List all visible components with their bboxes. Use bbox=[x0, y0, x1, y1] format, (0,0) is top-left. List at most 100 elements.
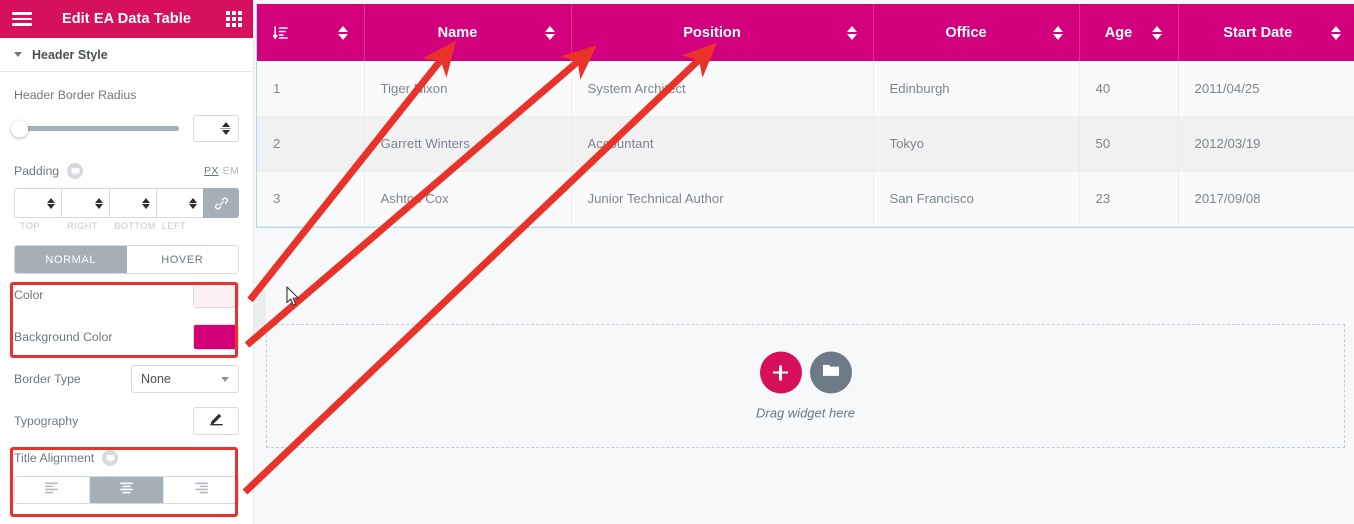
sort-toggle-icon[interactable] bbox=[545, 26, 555, 40]
padding-units: PX EM bbox=[204, 165, 239, 177]
padding-label-right: RIGHT bbox=[61, 221, 108, 231]
align-center-button[interactable] bbox=[90, 477, 165, 503]
sort-toggle-icon[interactable] bbox=[338, 26, 348, 40]
responsive-device-icon[interactable] bbox=[67, 163, 83, 179]
control-typography: Typography bbox=[14, 400, 239, 442]
title-alignment-options bbox=[14, 476, 239, 504]
table-row: 1 Tiger Nixon System Architect Edinburgh… bbox=[257, 61, 1354, 116]
border-type-label: Border Type bbox=[14, 372, 81, 386]
border-type-select[interactable]: None bbox=[131, 365, 239, 393]
header-border-radius-label: Header Border Radius bbox=[14, 88, 239, 102]
typography-label: Typography bbox=[14, 414, 78, 428]
state-tabs: NORMAL HOVER bbox=[14, 245, 239, 274]
cell-office: Tokyo bbox=[873, 116, 1079, 171]
cell-start-date: 2012/03/19 bbox=[1178, 116, 1354, 171]
cell-age: 40 bbox=[1079, 61, 1178, 116]
align-right-button[interactable] bbox=[164, 477, 238, 503]
column-header-office[interactable]: Office bbox=[873, 4, 1079, 61]
data-table-widget[interactable]: Name Position Office bbox=[256, 4, 1354, 228]
unit-px[interactable]: PX bbox=[204, 165, 219, 177]
background-color-label: Background Color bbox=[14, 330, 112, 344]
padding-right-input[interactable] bbox=[61, 188, 108, 218]
panel-title: Edit EA Data Table bbox=[0, 11, 253, 27]
hamburger-icon[interactable] bbox=[12, 12, 32, 26]
link-chain-icon[interactable] bbox=[203, 188, 239, 218]
table-head: Name Position Office bbox=[257, 4, 1354, 61]
column-header-position[interactable]: Position bbox=[571, 4, 873, 61]
color-label: Color bbox=[14, 288, 43, 302]
caret-down-icon bbox=[14, 52, 22, 57]
stepper-icon[interactable] bbox=[142, 198, 150, 209]
control-background-color: Background Color bbox=[14, 316, 239, 358]
cell-index: 3 bbox=[257, 171, 364, 226]
title-alignment-label: Title Alignment bbox=[14, 451, 94, 465]
cell-age: 50 bbox=[1079, 116, 1178, 171]
apps-grid-icon[interactable] bbox=[226, 11, 242, 27]
padding-top-input[interactable] bbox=[14, 188, 61, 218]
cell-start-date: 2011/04/25 bbox=[1178, 61, 1354, 116]
header-border-radius-slider[interactable] bbox=[14, 126, 179, 131]
header-border-radius-input[interactable] bbox=[193, 115, 239, 142]
sort-toggle-icon[interactable] bbox=[847, 26, 857, 40]
cell-position: Accountant bbox=[571, 116, 873, 171]
cell-name: Garrett Winters bbox=[364, 116, 571, 171]
cell-index: 1 bbox=[257, 61, 364, 116]
column-header-label: Start Date bbox=[1195, 25, 1322, 41]
pencil-edit-icon bbox=[209, 411, 224, 431]
padding-left-input[interactable] bbox=[156, 188, 203, 218]
typography-edit-button[interactable] bbox=[193, 407, 239, 435]
padding-label-bottom: BOTTOM bbox=[108, 221, 156, 231]
section-title: Header Style bbox=[32, 48, 108, 62]
control-header-border-radius: Header Border Radius bbox=[14, 88, 239, 142]
column-header-name[interactable]: Name bbox=[364, 4, 571, 61]
padding-side-labels: TOP RIGHT BOTTOM LEFT bbox=[14, 221, 239, 231]
template-library-button[interactable] bbox=[810, 352, 852, 394]
table-row: 3 Ashton Cox Junior Technical Author San… bbox=[257, 171, 1354, 226]
plus-icon bbox=[773, 365, 788, 380]
align-left-icon bbox=[44, 480, 59, 500]
stepper-icon[interactable] bbox=[220, 122, 231, 135]
section-header-style[interactable]: Header Style bbox=[0, 38, 253, 72]
column-header-label: Name bbox=[381, 25, 535, 41]
column-header-age[interactable]: Age bbox=[1079, 4, 1178, 61]
column-header-index[interactable] bbox=[257, 4, 364, 61]
control-padding: Padding PX EM bbox=[14, 163, 239, 179]
cell-index: 2 bbox=[257, 116, 364, 171]
add-widget-button[interactable] bbox=[760, 352, 802, 394]
column-header-label: Age bbox=[1096, 25, 1142, 41]
stepper-icon[interactable] bbox=[189, 198, 197, 209]
padding-label: Padding bbox=[14, 164, 59, 178]
sort-toggle-icon[interactable] bbox=[1331, 26, 1341, 40]
color-swatch[interactable] bbox=[193, 282, 239, 308]
padding-label-left: LEFT bbox=[156, 221, 203, 231]
cell-office: Edinburgh bbox=[873, 61, 1079, 116]
tab-hover[interactable]: HOVER bbox=[127, 246, 239, 273]
sort-toggle-icon[interactable] bbox=[1053, 26, 1063, 40]
align-right-icon bbox=[194, 480, 209, 500]
control-color: Color bbox=[14, 274, 239, 316]
padding-label-top: TOP bbox=[14, 221, 61, 231]
section-handle[interactable] bbox=[254, 290, 266, 332]
sort-toggle-icon[interactable] bbox=[1152, 26, 1162, 40]
settings-sidebar: Edit EA Data Table Header Style Header B… bbox=[0, 0, 254, 524]
background-color-swatch[interactable] bbox=[193, 324, 239, 350]
stepper-icon[interactable] bbox=[95, 198, 103, 209]
cell-age: 23 bbox=[1079, 171, 1178, 226]
tab-normal[interactable]: NORMAL bbox=[15, 246, 127, 273]
column-header-start-date[interactable]: Start Date bbox=[1178, 4, 1354, 61]
app-root: Name Position Office bbox=[0, 0, 1354, 524]
sort-descending-icon bbox=[273, 25, 289, 41]
control-title-alignment: Title Alignment bbox=[14, 450, 239, 466]
chevron-down-icon bbox=[221, 377, 229, 382]
widget-dropzone[interactable]: Drag widget here bbox=[266, 324, 1345, 448]
stepper-icon[interactable] bbox=[47, 198, 55, 209]
align-left-button[interactable] bbox=[15, 477, 90, 503]
unit-em[interactable]: EM bbox=[223, 165, 239, 177]
column-header-label: Position bbox=[588, 25, 837, 41]
padding-bottom-input[interactable] bbox=[109, 188, 156, 218]
cell-position: Junior Technical Author bbox=[571, 171, 873, 226]
slider-knob[interactable] bbox=[11, 120, 28, 137]
responsive-device-icon[interactable] bbox=[102, 450, 118, 466]
cell-name: Ashton Cox bbox=[364, 171, 571, 226]
cell-start-date: 2017/09/08 bbox=[1178, 171, 1354, 226]
